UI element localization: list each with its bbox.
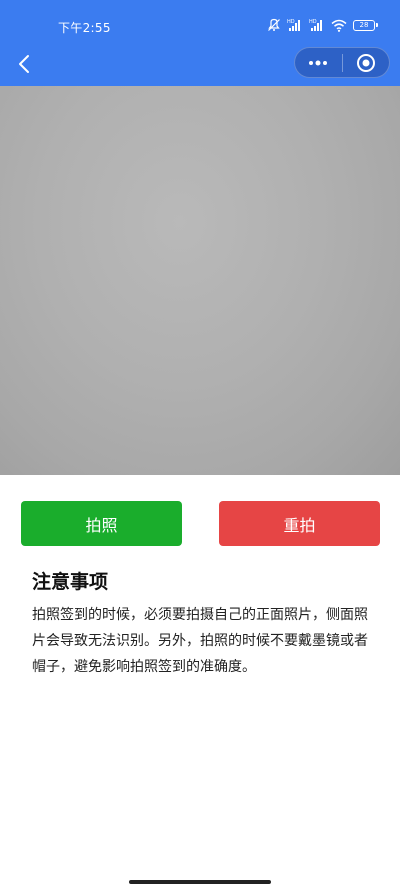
svg-text:HD: HD (287, 19, 295, 25)
notice-title: 注意事项 (32, 571, 109, 593)
more-button[interactable] (295, 48, 342, 77)
miniprogram-capsule (294, 47, 390, 78)
nav-bar (0, 47, 400, 86)
wifi-icon (331, 19, 347, 32)
home-indicator[interactable] (129, 880, 271, 884)
camera-preview[interactable] (0, 86, 400, 475)
notice-body: 拍照签到的时候，必须要拍摄自己的正面照片，侧面照片会导致无法识别。另外，拍照的时… (32, 607, 368, 675)
retake-button[interactable]: 重拍 (219, 501, 380, 546)
action-buttons: 拍照 重拍 (0, 501, 400, 546)
signal-hd-icon: HD (309, 19, 322, 31)
svg-text:HD: HD (309, 19, 317, 25)
battery-level: 28 (353, 19, 375, 31)
capture-button[interactable]: 拍照 (21, 501, 182, 546)
signal-hd-icon: HD (287, 19, 300, 31)
back-button[interactable] (10, 50, 38, 78)
battery-icon: 28 (353, 19, 378, 31)
status-bar: 下午2:55 HD HD 28 (0, 0, 400, 50)
status-icons: HD HD 28 (267, 17, 378, 33)
chevron-left-icon (19, 55, 29, 73)
status-time: 下午2:55 (58, 21, 111, 35)
more-dots-icon (309, 60, 328, 65)
close-button[interactable] (343, 48, 390, 77)
target-circle-icon (356, 53, 375, 72)
notice-section: 注意事项 拍照签到的时候，必须要拍摄自己的正面照片，侧面照片会导致无法识别。另外… (32, 568, 372, 680)
mute-icon (268, 18, 280, 31)
